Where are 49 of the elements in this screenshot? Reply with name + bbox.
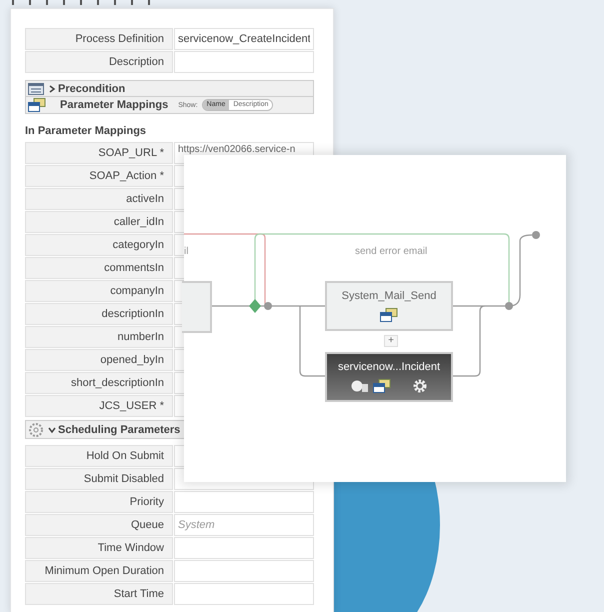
field-label: Queue (25, 514, 173, 536)
field-label: short_descriptionIn (25, 372, 173, 394)
field-label: Submit Disabled (25, 468, 173, 490)
process-node[interactable]: System_Mail_Send (325, 281, 453, 331)
field-label: Priority (25, 491, 173, 513)
field-label: categoryIn (25, 234, 173, 256)
chevron-icon (48, 84, 56, 92)
process-node[interactable]: servicenow...Incident (325, 352, 453, 402)
node-title: servicenow...Incident (338, 361, 440, 373)
gear-icon (413, 379, 427, 393)
field-label: SOAP_URL * (25, 142, 173, 164)
field-label: Hold On Submit (25, 445, 173, 467)
junction-dot (505, 302, 513, 310)
section-title: Parameter Mappings (60, 99, 168, 111)
field-label: caller_idIn (25, 211, 173, 233)
add-button[interactable]: + (384, 335, 398, 347)
process-node[interactable] (182, 281, 212, 333)
gear-icon (28, 422, 44, 438)
input-field[interactable] (174, 491, 314, 513)
field-label: SOAP_Action * (25, 165, 173, 187)
windows-icon (373, 379, 391, 393)
field-label: activeIn (25, 188, 173, 210)
diamond-icon (249, 299, 261, 313)
branch-label: il (184, 246, 188, 257)
input-field[interactable] (174, 51, 314, 73)
field-label: Time Window (25, 537, 173, 559)
field-label: Minimum Open Duration (25, 560, 173, 582)
end-dot (532, 231, 540, 239)
input-field[interactable] (174, 583, 314, 605)
field-label: descriptionIn (25, 303, 173, 325)
junction-dot (264, 302, 272, 310)
field-label: Process Definition (25, 28, 173, 50)
branch-label: send error email (355, 246, 428, 257)
field-label: numberIn (25, 326, 173, 348)
field-label: commentsIn (25, 257, 173, 279)
input-field[interactable]: System (174, 514, 314, 536)
windows-icon (28, 98, 46, 112)
list-window-icon (28, 82, 44, 94)
input-field[interactable] (174, 560, 314, 582)
windows-icon (380, 308, 398, 322)
chevron-icon (48, 426, 56, 434)
field-label: JCS_USER * (25, 395, 173, 417)
field-label: Start Time (25, 583, 173, 605)
field-label: opened_byIn (25, 349, 173, 371)
field-label: companyIn (25, 280, 173, 302)
field-label: Description (25, 51, 173, 73)
section-title: In Parameter Mappings (25, 125, 148, 137)
node-title: System_Mail_Send (342, 290, 436, 302)
input-field[interactable] (174, 537, 314, 559)
